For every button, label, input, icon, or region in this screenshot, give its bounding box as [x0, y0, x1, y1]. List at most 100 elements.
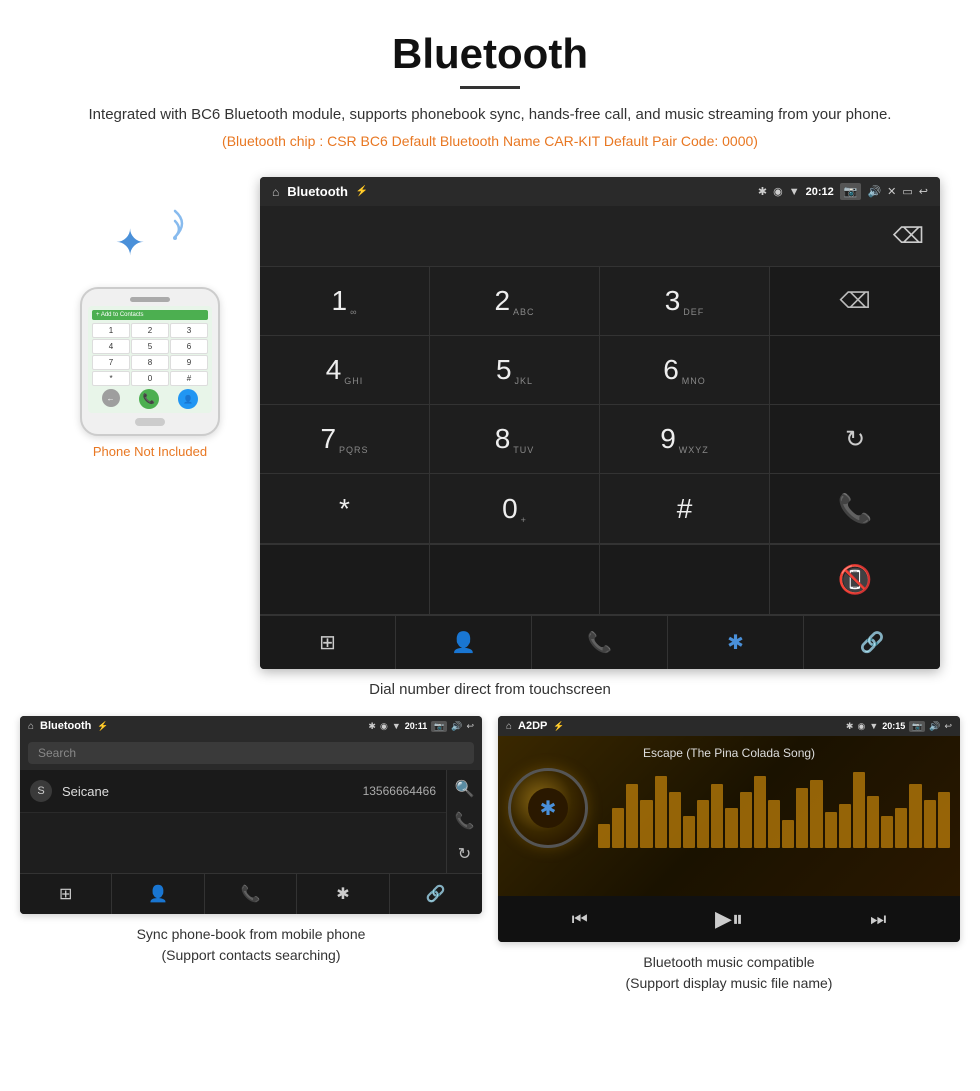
- music-screen: ⌂ A2DP ⚡ ✱ ◉ ▼ 20:15 📷 🔊 ↩ Escape (The P…: [498, 716, 960, 942]
- title-divider: [460, 86, 520, 89]
- music-cam-icon[interactable]: 📷: [909, 721, 925, 732]
- music-back-icon[interactable]: ↩: [944, 721, 952, 732]
- phone-home-btn: [135, 418, 165, 426]
- pb-screen-title: Bluetooth: [40, 720, 91, 732]
- viz-bar: [711, 784, 723, 848]
- album-art: ✱: [508, 768, 588, 848]
- home-icon[interactable]: ⌂: [272, 185, 279, 199]
- pb-bottom-bt[interactable]: ✱: [297, 874, 389, 914]
- bottom-grid-btn[interactable]: ⊞: [260, 616, 396, 669]
- phonebook-panel: ⌂ Bluetooth ⚡ ✱ ◉ ▼ 20:11 📷 🔊 ↩ Search: [20, 716, 482, 994]
- phone-mockup: + Add to Contacts 1 2 3 4 5 6 7 8 9 * 0 …: [80, 287, 220, 436]
- screen-icon[interactable]: ▭: [902, 185, 912, 198]
- music-vol-icon[interactable]: 🔊: [929, 721, 940, 732]
- backspace-button[interactable]: ⌫: [893, 223, 924, 249]
- pb-home-icon[interactable]: ⌂: [28, 721, 34, 732]
- phone-screen-header: + Add to Contacts: [92, 310, 208, 320]
- prev-track-btn[interactable]: ⏮: [572, 909, 588, 930]
- bottom-link-btn[interactable]: 🔗: [804, 616, 940, 669]
- pb-loc-icon: ◉: [380, 721, 388, 732]
- dial-key-8[interactable]: 8TUV: [430, 405, 600, 474]
- pb-reload-icon[interactable]: ↻: [458, 844, 471, 864]
- dial-call-red-cell[interactable]: 📵: [770, 545, 940, 615]
- close-icon[interactable]: ✕: [887, 185, 896, 198]
- dial-key-5[interactable]: 5JKL: [430, 336, 600, 405]
- phone-key-5: 5: [131, 339, 169, 354]
- volume-icon[interactable]: 🔊: [867, 185, 881, 198]
- phone-back-btn: ←: [102, 389, 120, 407]
- bottom-bluetooth-btn[interactable]: ✱: [668, 616, 804, 669]
- dial-caption: Dial number direct from touchscreen: [0, 681, 980, 698]
- car-bottom-bar: ⊞ 👤 📞 ✱ 🔗: [260, 615, 940, 669]
- next-track-btn[interactable]: ⏭: [870, 909, 886, 930]
- phone-call-btn: 📞: [139, 389, 159, 409]
- contact-entry-seicane[interactable]: S Seicane 13566664466: [20, 770, 446, 813]
- dial-call-green-cell[interactable]: 📞: [770, 474, 940, 544]
- dial-key-0[interactable]: 0+: [430, 474, 600, 544]
- music-sig-icon: ▼: [869, 721, 878, 732]
- music-status-bar: ⌂ A2DP ⚡ ✱ ◉ ▼ 20:15 📷 🔊 ↩: [498, 716, 960, 736]
- music-loc-icon: ◉: [857, 721, 865, 732]
- dial-key-3[interactable]: 3DEF: [600, 267, 770, 336]
- camera-icon[interactable]: 📷: [840, 183, 862, 200]
- pb-vol-icon[interactable]: 🔊: [451, 721, 462, 732]
- pb-phone-icon[interactable]: 📞: [455, 811, 475, 831]
- pb-bottom-person[interactable]: 👤: [112, 874, 204, 914]
- phone-key-8: 8: [131, 355, 169, 370]
- viz-bar: [867, 796, 879, 848]
- page-description: Integrated with BC6 Bluetooth module, su…: [20, 103, 960, 127]
- viz-bar: [881, 816, 893, 848]
- bottom-phone-btn[interactable]: 📞: [532, 616, 668, 669]
- dial-key-star[interactable]: *: [260, 474, 430, 544]
- dial-key-6[interactable]: 6MNO: [600, 336, 770, 405]
- play-pause-btn[interactable]: ▶⏸: [715, 906, 743, 932]
- dial-key-2[interactable]: 2ABC: [430, 267, 600, 336]
- viz-bar: [895, 808, 907, 848]
- page-specs: (Bluetooth chip : CSR BC6 Default Blueto…: [20, 133, 960, 149]
- pb-list-area: S Seicane 13566664466: [20, 770, 446, 873]
- pb-cam-icon[interactable]: 📷: [431, 721, 447, 732]
- dial-empty-2: [770, 336, 940, 405]
- wifi-icon: [155, 207, 195, 247]
- bluetooth-music-icon: ✱: [540, 796, 557, 821]
- viz-bar: [796, 788, 808, 848]
- viz-bar: [740, 792, 752, 848]
- search-bar[interactable]: Search: [28, 742, 474, 764]
- phone-key-star: *: [92, 371, 130, 386]
- bluetooth-wifi-icon: ✦: [105, 207, 195, 277]
- dial-key-9[interactable]: 9WXYZ: [600, 405, 770, 474]
- dial-key-hash[interactable]: #: [600, 474, 770, 544]
- page-header: Bluetooth Integrated with BC6 Bluetooth …: [0, 0, 980, 177]
- phone-screen: + Add to Contacts 1 2 3 4 5 6 7 8 9 * 0 …: [88, 306, 212, 413]
- phone-key-1: 1: [92, 323, 130, 338]
- phone-speaker: [130, 297, 170, 302]
- bottom-person-btn[interactable]: 👤: [396, 616, 532, 669]
- pb-bottom-phone[interactable]: 📞: [205, 874, 297, 914]
- dialpad-grid: 1∞ 2ABC 3DEF ⌫ 4GHI 5JKL 6MNO: [260, 266, 940, 544]
- dial-key-4[interactable]: 4GHI: [260, 336, 430, 405]
- phonebook-screen: ⌂ Bluetooth ⚡ ✱ ◉ ▼ 20:11 📷 🔊 ↩ Search: [20, 716, 482, 914]
- bottom-panels: ⌂ Bluetooth ⚡ ✱ ◉ ▼ 20:11 📷 🔊 ↩ Search: [0, 716, 980, 1014]
- music-home-icon[interactable]: ⌂: [506, 721, 512, 732]
- viz-bar: [853, 772, 865, 848]
- viz-bar: [669, 792, 681, 848]
- phone-key-hash: #: [170, 371, 208, 386]
- contact-number: 13566664466: [363, 784, 436, 798]
- bt-status-icon: ✱: [758, 185, 767, 198]
- dial-reload-cell[interactable]: ↻: [770, 405, 940, 474]
- music-time: 20:15: [882, 721, 905, 732]
- add-contact-text: + Add to Contacts: [96, 312, 144, 318]
- pb-bottom-grid[interactable]: ⊞: [20, 874, 112, 914]
- dial-key-7[interactable]: 7PQRS: [260, 405, 430, 474]
- viz-bar: [839, 804, 851, 848]
- dial-key-1[interactable]: 1∞: [260, 267, 430, 336]
- dial-empty-e2: [430, 545, 600, 615]
- pb-search-icon[interactable]: 🔍: [455, 779, 475, 799]
- pb-bottom-link[interactable]: 🔗: [390, 874, 482, 914]
- pb-icon-area: 🔍 📞 ↻: [446, 770, 482, 873]
- dial-backspace-cell[interactable]: ⌫: [770, 267, 940, 336]
- back-icon[interactable]: ↩: [919, 185, 928, 198]
- pb-back-icon[interactable]: ↩: [466, 721, 474, 732]
- music-usb-icon: ⚡: [553, 721, 564, 732]
- song-title: Escape (The Pina Colada Song): [643, 746, 815, 760]
